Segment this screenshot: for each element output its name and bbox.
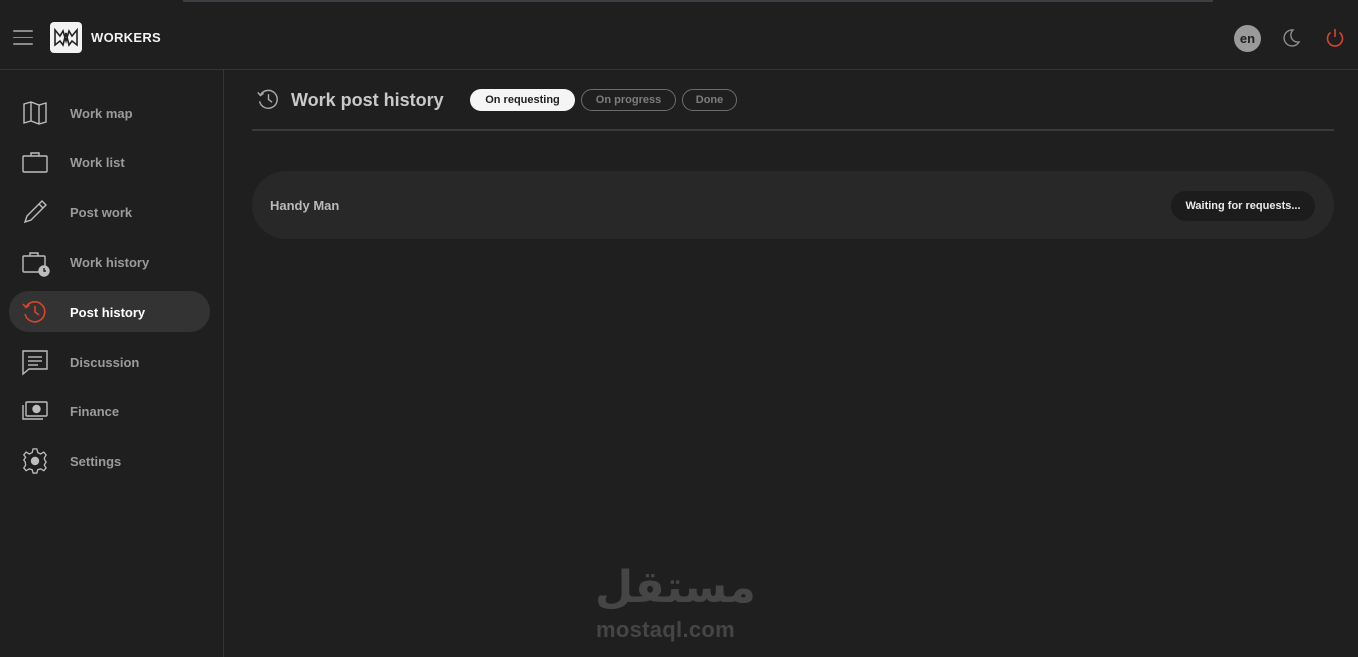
map-icon [21, 99, 49, 127]
sidebar-item-discussion[interactable]: Discussion [9, 341, 210, 382]
filter-on-requesting[interactable]: On requesting [470, 89, 575, 111]
language-button[interactable]: en [1234, 25, 1261, 52]
post-card[interactable]: Handy Man Waiting for requests... [252, 171, 1334, 239]
sidebar-item-label: Settings [70, 454, 122, 469]
power-icon[interactable] [1324, 27, 1346, 49]
briefcase-icon [21, 148, 49, 176]
sidebar-item-settings[interactable]: Settings [9, 440, 210, 481]
brand-name: WORKERS [91, 30, 161, 45]
history-icon [21, 298, 49, 326]
sidebar-item-label: Discussion [70, 355, 140, 370]
filter-on-progress[interactable]: On progress [581, 89, 676, 111]
top-bar: WORKERS en [0, 0, 1358, 70]
sidebar-item-label: Work map [70, 106, 133, 121]
sidebar-item-work-map[interactable]: Work map [9, 92, 210, 133]
chat-icon [21, 348, 49, 376]
sidebar: Work map Work list Post work Work histor… [0, 70, 224, 657]
briefcase-clock-icon [21, 248, 50, 277]
watermark-text: mostaql.com [596, 617, 735, 642]
watermark-arabic-logo: مستقل [595, 562, 756, 613]
money-icon [21, 397, 49, 425]
moon-icon[interactable] [1281, 28, 1301, 48]
sidebar-item-label: Finance [70, 404, 120, 419]
sidebar-item-post-history[interactable]: Post history [9, 291, 210, 332]
sidebar-item-finance[interactable]: Finance [9, 390, 210, 431]
gear-icon [21, 447, 49, 475]
sidebar-item-post-work[interactable]: Post work [9, 191, 210, 232]
menu-icon[interactable] [13, 30, 33, 46]
pencil-icon [21, 198, 49, 226]
status-badge: Waiting for requests... [1171, 191, 1315, 221]
workers-logo-icon[interactable] [50, 22, 82, 53]
sidebar-item-label: Work list [70, 155, 125, 170]
page-title: Work post history [291, 90, 444, 110]
post-title: Handy Man [270, 198, 340, 213]
sidebar-item-work-list[interactable]: Work list [9, 141, 210, 182]
watermark: مستقل mostaql.com [585, 562, 775, 652]
title-divider [252, 129, 1334, 131]
filter-done[interactable]: Done [682, 89, 737, 111]
sidebar-item-label: Post history [70, 305, 146, 320]
sidebar-item-label: Work history [70, 255, 150, 270]
history-icon [256, 87, 281, 112]
sidebar-item-label: Post work [70, 205, 133, 220]
sidebar-item-work-history[interactable]: Work history [9, 241, 210, 282]
